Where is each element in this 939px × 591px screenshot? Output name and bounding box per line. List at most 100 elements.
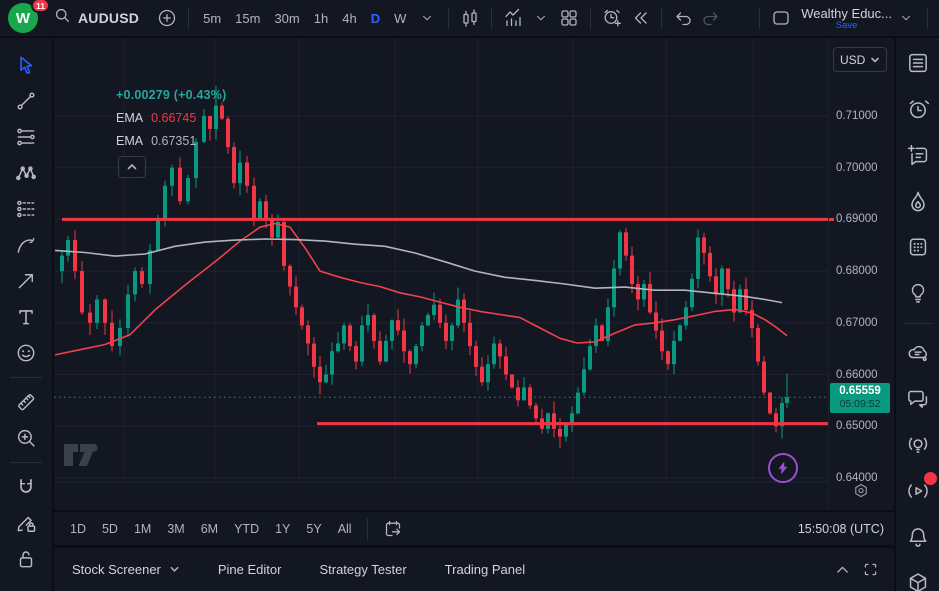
bar-replay-button[interactable]	[626, 4, 654, 32]
range-5Y[interactable]: 5Y	[298, 518, 329, 540]
notification-count-badge: 11	[31, 0, 50, 13]
trend-line-icon	[15, 90, 37, 112]
sidebar-calendar-dots-button[interactable]	[901, 230, 935, 264]
account-logo[interactable]: W 11	[6, 1, 44, 35]
tool-arrow[interactable]	[8, 263, 44, 299]
range-5D[interactable]: 5D	[94, 518, 126, 540]
tool-magnet[interactable]	[8, 469, 44, 505]
separator	[10, 377, 42, 378]
tool-ruler[interactable]	[8, 384, 44, 420]
sidebar-live-button[interactable]	[901, 474, 935, 508]
edit-lock-icon	[15, 512, 37, 534]
alert-add-button[interactable]	[598, 4, 626, 32]
tool-forecast[interactable]	[8, 191, 44, 227]
tool-brush[interactable]	[8, 227, 44, 263]
streams-bulb-icon	[906, 433, 930, 457]
clock-timezone-label[interactable]: 15:50:08 (UTC)	[798, 522, 884, 536]
price-axis[interactable]: USD 0.710000.700000.690000.680000.670000…	[828, 38, 894, 510]
separator	[10, 462, 42, 463]
panel-maximize-icon[interactable]	[856, 556, 884, 584]
indicators-button[interactable]	[499, 4, 527, 32]
tradingview-app: W 11 AUDUSD 5m15m30m1h4hDW	[0, 0, 939, 591]
layout-title: Wealthy Educ...	[801, 6, 892, 21]
sidebar-watchlist-button[interactable]	[901, 46, 935, 80]
layout-title-block[interactable]: Wealthy Educ... Save	[801, 6, 892, 31]
alarm-icon	[906, 97, 930, 121]
undo-button[interactable]	[669, 4, 697, 32]
tool-trend-line[interactable]	[8, 83, 44, 119]
minds-cloud-icon	[906, 341, 930, 365]
tool-cursor[interactable]	[8, 47, 44, 83]
compare-add-button[interactable]	[153, 4, 181, 32]
range-6M[interactable]: 6M	[193, 518, 226, 540]
chart-type-button[interactable]	[456, 4, 484, 32]
indicator-row-ema2[interactable]: EMA 0.67351	[116, 134, 226, 148]
panel-collapse-chevron[interactable]	[828, 556, 856, 584]
quick-trade-button[interactable]	[768, 453, 798, 483]
timeframe-15m[interactable]: 15m	[228, 7, 267, 30]
tool-lock[interactable]	[8, 541, 44, 577]
range-All[interactable]: All	[330, 518, 360, 540]
tab-strategy-tester[interactable]: Strategy Tester	[319, 562, 406, 577]
layout-grid-button[interactable]	[555, 4, 583, 32]
separator	[661, 7, 662, 29]
sidebar-alarm-button[interactable]	[901, 92, 935, 126]
timeframe-1h[interactable]: 1h	[307, 7, 335, 30]
sidebar-chat-button[interactable]	[901, 382, 935, 416]
symbol-search[interactable]: AUDUSD	[54, 7, 139, 29]
layout-box-icon[interactable]	[767, 4, 795, 32]
tool-emoji[interactable]	[8, 335, 44, 371]
flame-icon	[906, 189, 930, 213]
timeframe-menu-chevron[interactable]	[413, 4, 441, 32]
indicators-menu-chevron[interactable]	[527, 4, 555, 32]
save-button[interactable]: Save	[836, 20, 858, 31]
timeframe-W[interactable]: W	[387, 7, 413, 30]
bottom-tabs: Stock Screener Pine Editor Strategy Tester…	[72, 562, 563, 577]
tab-trading-panel[interactable]: Trading Panel	[445, 562, 525, 577]
current-price-tag: 0.65559 05:09:52	[830, 383, 890, 413]
emoji-icon	[15, 342, 37, 364]
magnet-icon	[15, 476, 37, 498]
sidebar-object-tree-button[interactable]	[901, 566, 935, 591]
timeframe-D[interactable]: D	[364, 7, 387, 30]
range-1D[interactable]: 1D	[62, 518, 94, 540]
sidebar-streams-bulb-button[interactable]	[901, 428, 935, 462]
timeframe-4h[interactable]: 4h	[335, 7, 363, 30]
separator	[927, 7, 928, 29]
price-label: 0.68000	[836, 265, 878, 277]
tab-pine-editor[interactable]: Pine Editor	[218, 562, 282, 577]
notes-plus-icon	[906, 143, 930, 167]
range-1Y[interactable]: 1Y	[267, 518, 298, 540]
timeframe-5m[interactable]: 5m	[196, 7, 228, 30]
indicator-row-ema1[interactable]: EMA 0.66745	[116, 111, 226, 125]
arrow-icon	[15, 270, 37, 292]
range-YTD[interactable]: YTD	[226, 518, 267, 540]
axis-settings-gear-icon[interactable]	[852, 482, 872, 502]
legend-collapse-button[interactable]	[118, 156, 146, 178]
sidebar-bell-button[interactable]	[901, 520, 935, 554]
tab-stock-screener[interactable]: Stock Screener	[72, 562, 180, 577]
tool-fib-lines[interactable]	[8, 119, 44, 155]
layout-menu-chevron[interactable]	[892, 4, 920, 32]
price-label: 0.65000	[836, 420, 878, 432]
timeframe-30m[interactable]: 30m	[267, 7, 306, 30]
tool-xabcd-pattern[interactable]	[8, 155, 44, 191]
ruler-icon	[15, 391, 37, 413]
bell-icon	[906, 525, 930, 549]
sidebar-notes-plus-button[interactable]	[901, 138, 935, 172]
currency-dropdown[interactable]: USD	[833, 47, 887, 72]
goto-date-button[interactable]	[379, 515, 407, 543]
range-3M[interactable]: 3M	[159, 518, 192, 540]
tool-eye[interactable]	[8, 577, 44, 591]
currency-label: USD	[840, 53, 865, 67]
range-bar: 1D5D1M3M6MYTD1Y5YAll 15:50:08 (UTC)	[54, 512, 894, 545]
tool-edit-lock[interactable]	[8, 505, 44, 541]
range-1M[interactable]: 1M	[126, 518, 159, 540]
sidebar-minds-cloud-button[interactable]	[901, 336, 935, 370]
tool-text[interactable]	[8, 299, 44, 335]
calendar-dots-icon	[906, 235, 930, 259]
sidebar-idea-bulb-button[interactable]	[901, 276, 935, 310]
redo-button[interactable]	[697, 4, 725, 32]
sidebar-flame-button[interactable]	[901, 184, 935, 218]
tool-zoom-in[interactable]	[8, 420, 44, 456]
